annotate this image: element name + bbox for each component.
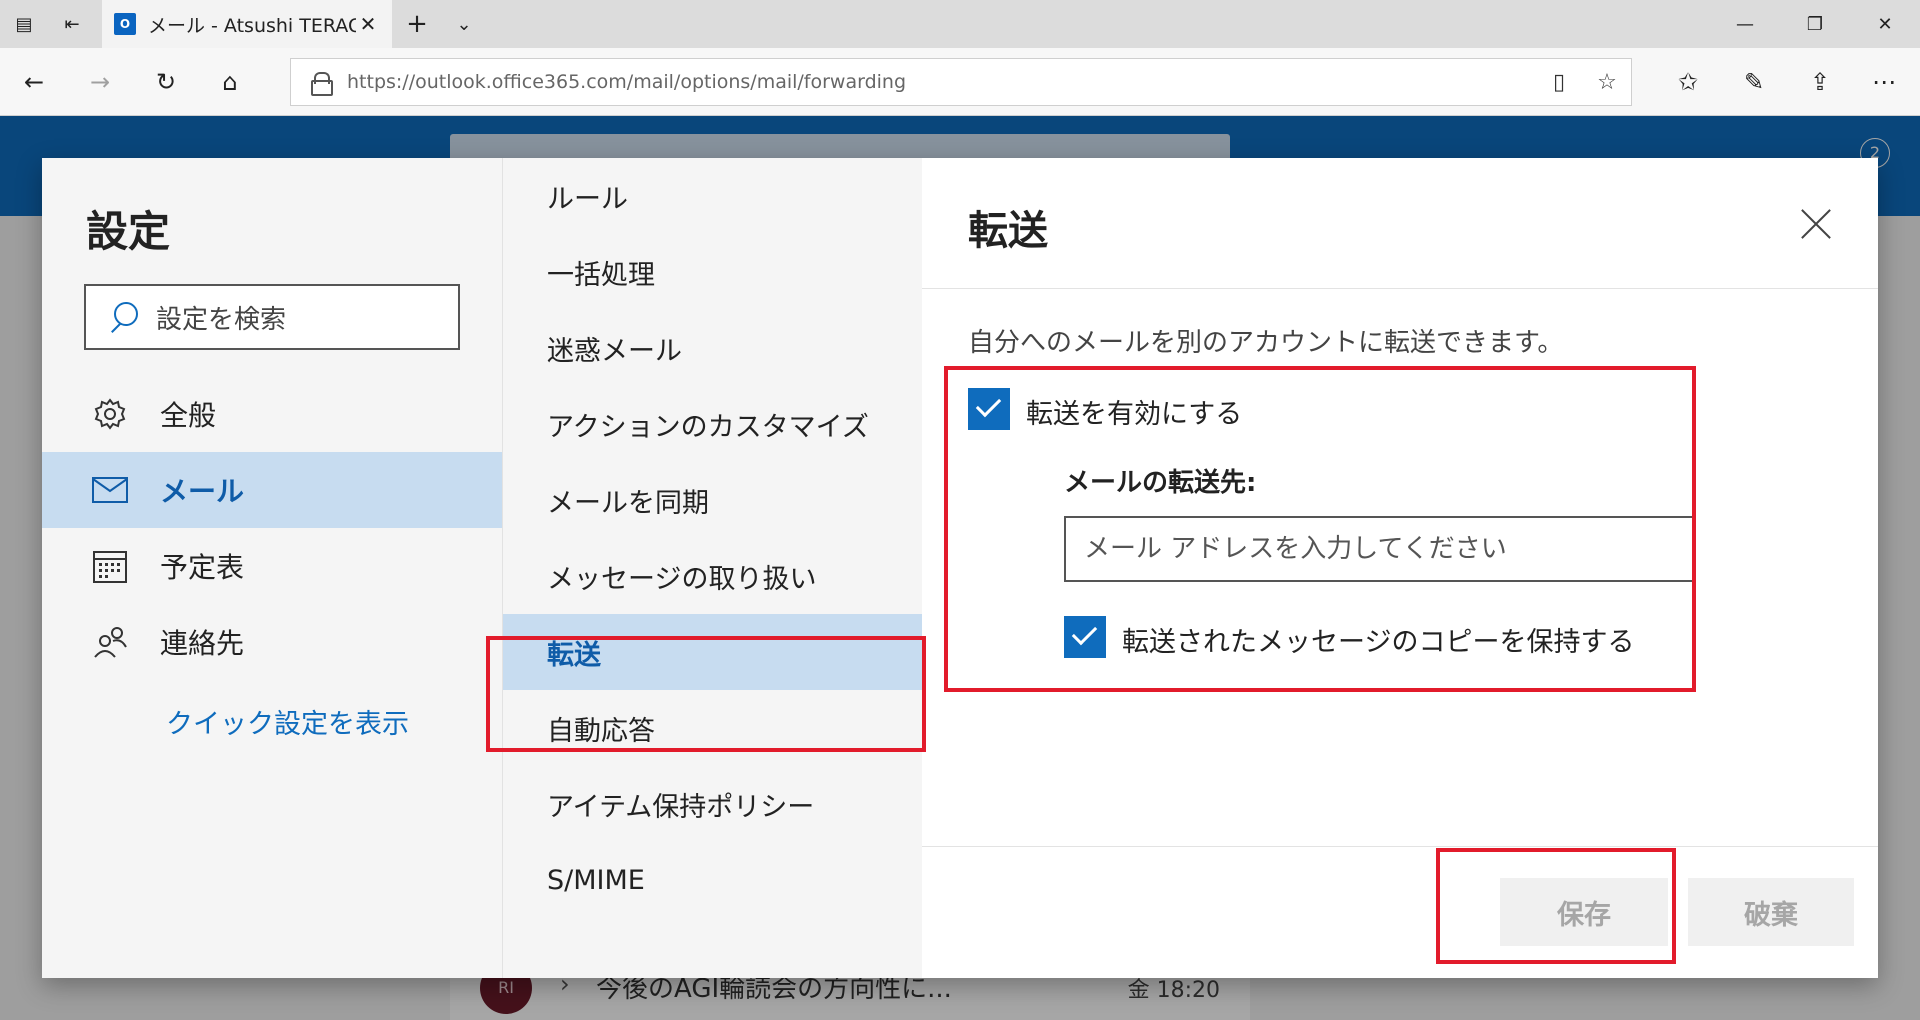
discard-button[interactable]: 破棄	[1688, 878, 1854, 946]
search-icon	[108, 302, 138, 332]
tab-title: メール - Atsushi TERAO -	[148, 14, 356, 37]
subcategory-automatic-replies[interactable]: 自動応答	[503, 690, 923, 766]
lock-icon	[311, 72, 333, 96]
browser-tab[interactable]: O メール - Atsushi TERAO - ✕	[102, 0, 392, 48]
subcategory-forwarding[interactable]: 転送	[503, 614, 923, 690]
outlook-favicon-icon: O	[114, 13, 136, 35]
subcategory-retention-policies[interactable]: アイテム保持ポリシー	[503, 766, 923, 842]
category-label: メール	[160, 475, 245, 508]
enable-forwarding-label[interactable]: 転送を有効にする	[1026, 392, 1242, 431]
enable-forwarding-checkbox[interactable]	[968, 388, 1010, 430]
back-icon[interactable]: ←	[12, 60, 56, 104]
settings-dialog: 設定 設定を検索 全般 メール 予定表 連絡先 クイック設定を表示 ルール 一括…	[42, 158, 1878, 978]
footer-divider	[922, 846, 1878, 847]
category-label: 全般	[160, 399, 217, 432]
browser-navbar: ← → ↻ ⌂ https://outlook.office365.com/ma…	[0, 48, 1920, 116]
close-icon[interactable]	[1794, 202, 1838, 246]
share-icon[interactable]: ⇪	[1798, 60, 1842, 104]
keep-copy-checkbox[interactable]	[1064, 616, 1106, 658]
window-controls: — ❐ ✕	[1710, 0, 1920, 48]
minimize-icon[interactable]: —	[1710, 0, 1780, 48]
forward-icon[interactable]: →	[78, 60, 122, 104]
home-icon[interactable]: ⌂	[208, 60, 252, 104]
category-label: 予定表	[160, 551, 245, 584]
reading-view-icon[interactable]: ▯	[1535, 58, 1583, 106]
settings-search-placeholder: 設定を検索	[156, 304, 287, 335]
subcategory-rules[interactable]: ルール	[503, 158, 923, 234]
keep-copy-label[interactable]: 転送されたメッセージのコピーを保持する	[1122, 620, 1634, 659]
subcategory-message-handling[interactable]: メッセージの取り扱い	[503, 538, 923, 614]
new-tab-icon[interactable]: +	[392, 0, 442, 48]
forward-to-label: メールの転送先:	[1064, 468, 1257, 498]
subcategory-sweep[interactable]: 一括処理	[503, 234, 923, 310]
category-label: 連絡先	[160, 627, 245, 660]
header-divider	[922, 288, 1878, 289]
pen-icon[interactable]: ✎	[1732, 60, 1776, 104]
address-bar[interactable]: https://outlook.office365.com/mail/optio…	[290, 58, 1632, 106]
settings-title: 設定	[86, 207, 171, 256]
forward-to-input[interactable]	[1064, 516, 1694, 582]
restore-icon[interactable]: ❐	[1780, 0, 1850, 48]
browser-tab-strip: ▤ ⇤ O メール - Atsushi TERAO - ✕ + ⌄ — ❐ ✕	[0, 0, 1920, 48]
calendar-icon	[90, 546, 130, 586]
url-text[interactable]: https://outlook.office365.com/mail/optio…	[347, 71, 1535, 93]
people-icon	[90, 622, 130, 662]
settings-subcategory-pane: ルール 一括処理 迷惑メール アクションのカスタマイズ メールを同期 メッセージ…	[502, 158, 923, 978]
forwarding-title: 転送	[968, 208, 1048, 254]
category-mail[interactable]: メール	[42, 452, 502, 528]
quick-settings-link[interactable]: クイック設定を表示	[166, 702, 409, 741]
settings-category-pane: 設定 設定を検索 全般 メール 予定表 連絡先 クイック設定を表示	[42, 158, 502, 978]
subcategory-junk[interactable]: 迷惑メール	[503, 310, 923, 386]
subcategory-smime[interactable]: S/MIME	[503, 842, 923, 918]
set-aside-tabs-icon[interactable]: ⇤	[48, 0, 96, 48]
tab-actions-icon[interactable]: ▤	[0, 0, 48, 48]
close-tab-icon[interactable]: ✕	[356, 12, 380, 36]
mail-icon	[90, 470, 130, 510]
more-icon[interactable]: ⋯	[1862, 60, 1906, 104]
settings-search-input[interactable]: 設定を検索	[84, 284, 460, 350]
category-people[interactable]: 連絡先	[42, 604, 502, 680]
save-button[interactable]: 保存	[1500, 878, 1668, 946]
favorite-star-icon[interactable]: ☆	[1583, 58, 1631, 106]
refresh-icon[interactable]: ↻	[144, 60, 188, 104]
gear-icon	[90, 394, 130, 434]
favorites-list-icon[interactable]: ✩	[1666, 60, 1710, 104]
category-general[interactable]: 全般	[42, 376, 502, 452]
subcategory-sync-email[interactable]: メールを同期	[503, 462, 923, 538]
chevron-down-icon[interactable]: ⌄	[442, 0, 486, 48]
subcategory-customize-actions[interactable]: アクションのカスタマイズ	[503, 386, 923, 462]
forwarding-panel: 転送 自分へのメールを別のアカウントに転送できます。 転送を有効にする メールの…	[922, 158, 1878, 978]
category-calendar[interactable]: 予定表	[42, 528, 502, 604]
window-close-icon[interactable]: ✕	[1850, 0, 1920, 48]
forwarding-description: 自分へのメールを別のアカウントに転送できます。	[968, 328, 1564, 358]
